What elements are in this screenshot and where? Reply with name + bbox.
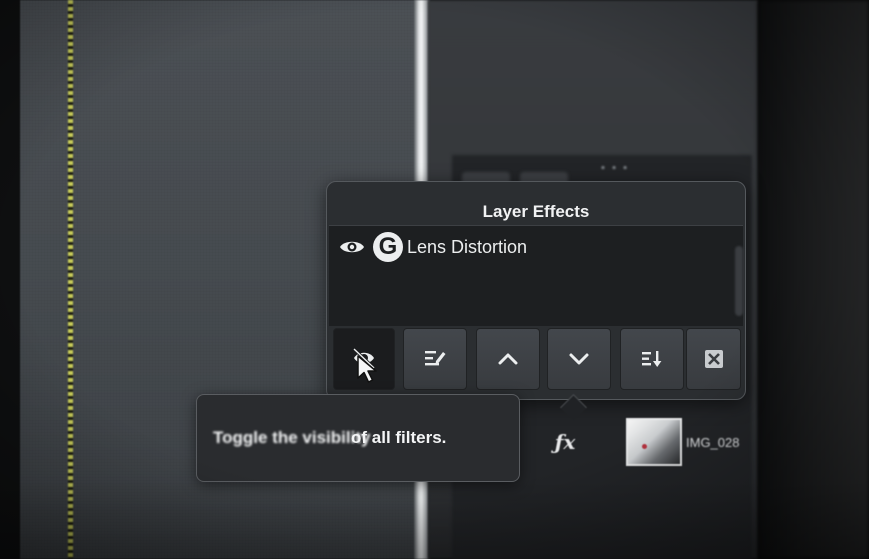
- toggle-visibility-tooltip: Toggle the visibility of all filters.: [196, 394, 520, 482]
- chevron-up-icon: [498, 353, 518, 365]
- list-scrollbar[interactable]: [735, 246, 743, 316]
- gmic-logo-icon: G: [373, 232, 403, 262]
- chevron-down-icon: [569, 353, 589, 365]
- delete-icon: [704, 350, 723, 368]
- tooltip-text: of all filters.: [351, 428, 447, 447]
- eye-icon[interactable]: [339, 238, 365, 256]
- monitor-right-bezel: [758, 0, 869, 559]
- layer-effects-popup: Layer Effects G Lens Distortion: [326, 181, 746, 400]
- dock-grip-dots-icon[interactable]: • • •: [600, 163, 629, 174]
- layer-list-row[interactable]: ƒx IMG_028: [540, 410, 760, 474]
- effect-name: Lens Distortion: [407, 236, 528, 257]
- layer-thumbnail[interactable]: [626, 418, 682, 466]
- canvas-left-bezel: [0, 0, 20, 559]
- delete-effect-button[interactable]: [686, 328, 741, 390]
- move-effect-down-button[interactable]: [547, 328, 611, 390]
- fx-icon[interactable]: ƒx: [540, 430, 590, 454]
- canvas-selection-marching-ants: [68, 0, 73, 559]
- mouse-cursor-icon: [357, 355, 377, 383]
- panel-title: Layer Effects: [482, 202, 590, 221]
- sort-icon: [642, 351, 662, 367]
- tooltip-text-blurred: Toggle the visibility: [213, 428, 371, 447]
- layer-name: IMG_028: [686, 434, 740, 450]
- move-effect-up-button[interactable]: [476, 328, 540, 390]
- effects-list: G Lens Distortion: [329, 225, 743, 326]
- edit-icon: [425, 351, 446, 366]
- edit-effect-button[interactable]: [403, 328, 467, 390]
- effects-toolbar: [333, 328, 741, 390]
- effect-list-item[interactable]: G Lens Distortion: [339, 232, 527, 262]
- sort-effects-button[interactable]: [620, 328, 684, 390]
